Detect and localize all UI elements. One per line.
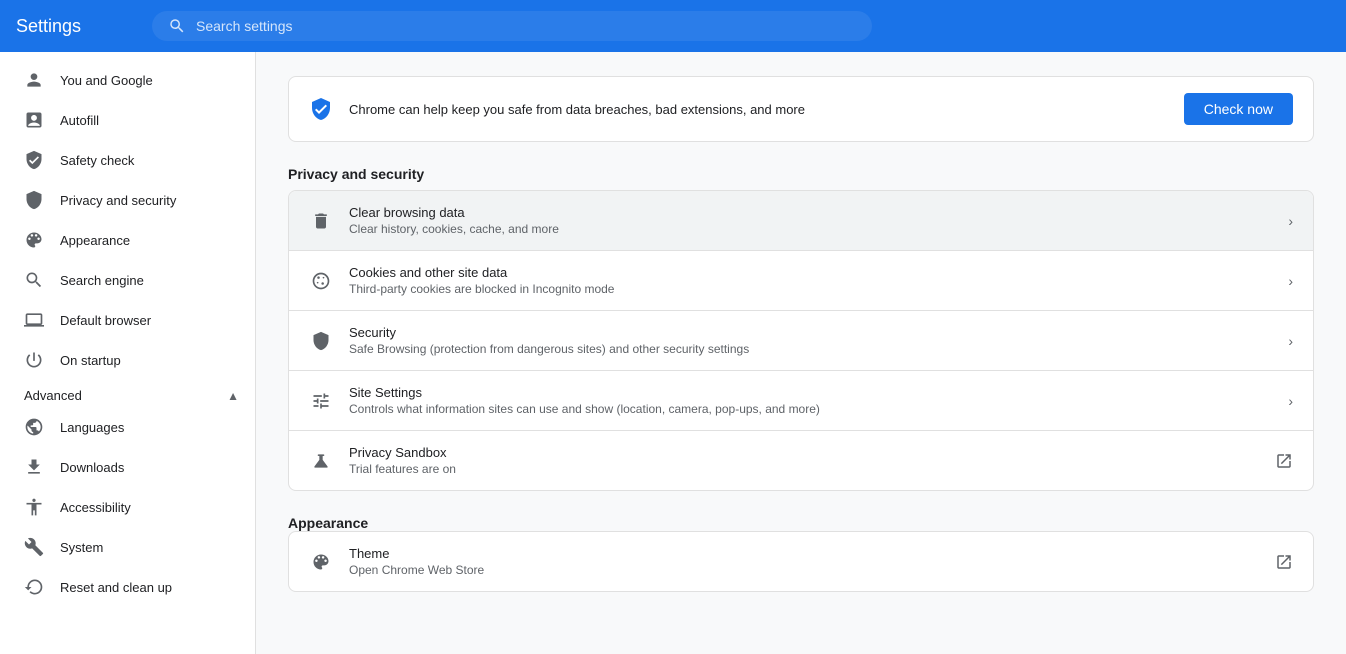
safety-shield-icon [309, 97, 333, 121]
row-title-theme: Theme [349, 546, 1259, 561]
advanced-label: Advanced [24, 388, 82, 403]
external-icon-theme [1275, 553, 1293, 571]
sidebar-item-downloads[interactable]: Downloads [0, 447, 247, 487]
person-icon [24, 70, 44, 90]
sidebar-item-autofill[interactable]: Autofill [0, 100, 247, 140]
globe-icon [24, 417, 44, 437]
sidebar-item-appearance[interactable]: Appearance [0, 220, 247, 260]
row-security[interactable]: Security Safe Browsing (protection from … [289, 311, 1313, 371]
safety-banner: Chrome can help keep you safe from data … [288, 76, 1314, 142]
sidebar-label-system: System [60, 540, 103, 555]
sidebar-label-appearance: Appearance [60, 233, 130, 248]
advanced-chevron-icon: ▲ [227, 389, 239, 403]
power-icon [24, 350, 44, 370]
row-text-site-settings: Site Settings Controls what information … [349, 385, 1272, 416]
topbar: Settings [0, 0, 1346, 52]
row-text-cookies: Cookies and other site data Third-party … [349, 265, 1272, 296]
sidebar-item-you-and-google[interactable]: You and Google [0, 60, 247, 100]
row-title-privacy-sandbox: Privacy Sandbox [349, 445, 1259, 460]
row-site-settings[interactable]: Site Settings Controls what information … [289, 371, 1313, 431]
appearance-section-title: Appearance [288, 515, 1314, 531]
sidebar-item-system[interactable]: System [0, 527, 247, 567]
system-icon [24, 537, 44, 557]
appearance-section-card: Theme Open Chrome Web Store [288, 531, 1314, 592]
check-now-button[interactable]: Check now [1184, 93, 1293, 125]
sidebar: You and Google Autofill Safety check Pri… [0, 52, 256, 654]
sidebar-label-languages: Languages [60, 420, 124, 435]
security-icon [309, 329, 333, 353]
reset-icon [24, 577, 44, 597]
sidebar-label-autofill: Autofill [60, 113, 99, 128]
row-subtitle-theme: Open Chrome Web Store [349, 563, 1259, 577]
row-subtitle-cookies: Third-party cookies are blocked in Incog… [349, 282, 1272, 296]
sidebar-label-privacy-security: Privacy and security [60, 193, 176, 208]
external-icon-privacy-sandbox [1275, 452, 1293, 470]
sidebar-label-accessibility: Accessibility [60, 500, 131, 515]
theme-palette-icon [309, 550, 333, 574]
row-title-security: Security [349, 325, 1272, 340]
row-cookies[interactable]: Cookies and other site data Third-party … [289, 251, 1313, 311]
arrow-icon-security: › [1288, 333, 1293, 349]
row-text-theme: Theme Open Chrome Web Store [349, 546, 1259, 577]
sidebar-label-on-startup: On startup [60, 353, 121, 368]
search-box[interactable] [152, 11, 872, 41]
sidebar-item-on-startup[interactable]: On startup [0, 340, 247, 380]
experiment-icon [309, 449, 333, 473]
sidebar-label-default-browser: Default browser [60, 313, 151, 328]
row-text-security: Security Safe Browsing (protection from … [349, 325, 1272, 356]
row-subtitle-privacy-sandbox: Trial features are on [349, 462, 1259, 476]
search-icon [168, 17, 186, 35]
privacy-section-title: Privacy and security [288, 166, 1314, 182]
row-clear-browsing[interactable]: Clear browsing data Clear history, cooki… [289, 191, 1313, 251]
app-title: Settings [16, 16, 136, 37]
row-title-clear-browsing: Clear browsing data [349, 205, 1272, 220]
sidebar-label-search-engine: Search engine [60, 273, 144, 288]
sidebar-label-safety-check: Safety check [60, 153, 134, 168]
search-input[interactable] [196, 18, 856, 34]
sidebar-label-downloads: Downloads [60, 460, 124, 475]
sliders-icon [309, 389, 333, 413]
sidebar-item-reset-clean[interactable]: Reset and clean up [0, 567, 247, 607]
download-icon [24, 457, 44, 477]
advanced-section-header[interactable]: Advanced ▲ [0, 380, 255, 407]
row-privacy-sandbox[interactable]: Privacy Sandbox Trial features are on [289, 431, 1313, 490]
cookie-icon [309, 269, 333, 293]
sidebar-item-search-engine[interactable]: Search engine [0, 260, 247, 300]
sidebar-item-safety-check[interactable]: Safety check [0, 140, 247, 180]
sidebar-item-accessibility[interactable]: Accessibility [0, 487, 247, 527]
row-subtitle-clear-browsing: Clear history, cookies, cache, and more [349, 222, 1272, 236]
accessibility-icon [24, 497, 44, 517]
search-engine-icon [24, 270, 44, 290]
arrow-icon-cookies: › [1288, 273, 1293, 289]
monitor-icon [24, 310, 44, 330]
sidebar-label-you-and-google: You and Google [60, 73, 153, 88]
row-title-site-settings: Site Settings [349, 385, 1272, 400]
safety-banner-text: Chrome can help keep you safe from data … [349, 102, 1168, 117]
row-subtitle-site-settings: Controls what information sites can use … [349, 402, 1272, 416]
sidebar-item-default-browser[interactable]: Default browser [0, 300, 247, 340]
sidebar-item-languages[interactable]: Languages [0, 407, 247, 447]
row-theme[interactable]: Theme Open Chrome Web Store [289, 532, 1313, 591]
autofill-icon [24, 110, 44, 130]
row-text-privacy-sandbox: Privacy Sandbox Trial features are on [349, 445, 1259, 476]
row-text-clear-browsing: Clear browsing data Clear history, cooki… [349, 205, 1272, 236]
sidebar-label-reset-clean: Reset and clean up [60, 580, 172, 595]
arrow-icon-site-settings: › [1288, 393, 1293, 409]
trash-icon [309, 209, 333, 233]
row-title-cookies: Cookies and other site data [349, 265, 1272, 280]
privacy-icon [24, 190, 44, 210]
palette-icon [24, 230, 44, 250]
sidebar-item-privacy-security[interactable]: Privacy and security [0, 180, 247, 220]
row-subtitle-security: Safe Browsing (protection from dangerous… [349, 342, 1272, 356]
content-area: Chrome can help keep you safe from data … [256, 52, 1346, 654]
privacy-section-card: Clear browsing data Clear history, cooki… [288, 190, 1314, 491]
arrow-icon-clear-browsing: › [1288, 213, 1293, 229]
shield-check-icon [24, 150, 44, 170]
main-layout: You and Google Autofill Safety check Pri… [0, 52, 1346, 654]
